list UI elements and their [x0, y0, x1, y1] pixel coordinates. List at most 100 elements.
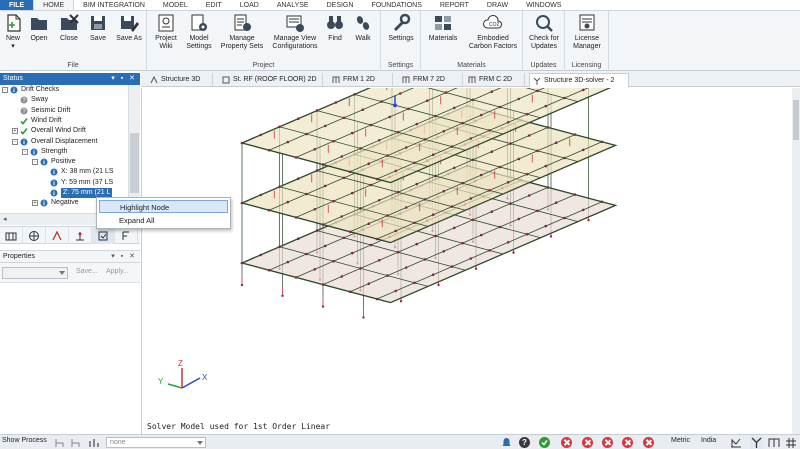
menu-home[interactable]: HOME: [33, 0, 75, 10]
tree-item[interactable]: + Overall Wind Drift: [12, 126, 86, 136]
tab-groups[interactable]: [46, 227, 69, 244]
new-button[interactable]: New ▾: [2, 13, 24, 51]
collapse-icon[interactable]: -: [12, 138, 18, 145]
node: [359, 267, 362, 270]
settings-button[interactable]: Settings: [385, 13, 417, 43]
node: [434, 174, 437, 178]
viewport-scrollbar[interactable]: [792, 88, 800, 434]
error-icon[interactable]: [602, 437, 613, 448]
tree-item[interactable]: Y: 59 mm (37 LS: [42, 178, 113, 188]
scroll-left-arrow[interactable]: ◂: [3, 215, 7, 223]
error-icon[interactable]: [561, 437, 572, 448]
tree-item[interactable]: Wind Drift: [12, 116, 62, 126]
solver-icon[interactable]: [750, 436, 763, 449]
project-wiki-button[interactable]: Project Wiki: [151, 13, 181, 51]
tab-loading[interactable]: [23, 227, 46, 244]
menu-edit[interactable]: EDIT: [197, 0, 231, 10]
check-for-updates-button[interactable]: Check for Updates: [526, 13, 562, 51]
analysis-icon[interactable]: [730, 437, 742, 448]
check-status-icon[interactable]: [539, 437, 550, 448]
tab-structure-3d-solver[interactable]: Structure 3D-solver - 2: [529, 73, 629, 87]
manage-view-configurations-button[interactable]: Manage View Configurations: [269, 13, 321, 51]
walk-button[interactable]: Walk: [351, 13, 375, 43]
3d-model-viewport[interactable]: Z X Y Solver Model used for 1st Order Li…: [141, 88, 800, 434]
tree-item[interactable]: - Positive: [32, 157, 76, 167]
tree-item[interactable]: X: 38 mm (21 LS: [42, 167, 114, 177]
tab-structure-3d[interactable]: Structure 3D: [147, 73, 213, 87]
tab-frm-c-2d[interactable]: FRM C 2D: [465, 73, 525, 87]
error-icon[interactable]: [643, 437, 654, 448]
error-icon[interactable]: [622, 437, 633, 448]
menu-model[interactable]: MODEL: [154, 0, 197, 10]
tab-members[interactable]: [69, 227, 92, 244]
node: [267, 148, 271, 152]
tree-item[interactable]: - Drift Checks: [2, 85, 59, 95]
menu-load[interactable]: LOAD: [231, 0, 268, 10]
tree-item[interactable]: - Strength: [22, 147, 67, 157]
collapse-icon[interactable]: -: [22, 148, 28, 155]
menu-foundations[interactable]: FOUNDATIONS: [362, 0, 430, 10]
tab-status[interactable]: [92, 227, 115, 244]
tab-frm-1-2d[interactable]: FRM 1 2D: [329, 73, 393, 87]
menu-analyse[interactable]: ANALYSE: [268, 0, 318, 10]
menu-report[interactable]: REPORT: [431, 0, 478, 10]
help-icon[interactable]: ?: [519, 437, 530, 448]
properties-save-button[interactable]: Save...: [76, 268, 98, 275]
tab-roof-floor-2d[interactable]: St. RF (ROOF FLOOR) 2D: [219, 73, 323, 87]
structure-model[interactable]: [142, 88, 800, 434]
context-menu-highlight-node[interactable]: Highlight Node: [99, 200, 228, 213]
units-label[interactable]: Metric: [671, 437, 690, 444]
collapse-icon[interactable]: -: [32, 159, 38, 166]
tree-item[interactable]: - Overall Displacement: [12, 137, 98, 147]
save-button[interactable]: Save: [86, 13, 110, 43]
node: [342, 116, 346, 120]
chair-icon[interactable]: [70, 437, 82, 448]
find-button[interactable]: Find: [323, 13, 347, 43]
node: [509, 142, 512, 145]
tab-structure-tree[interactable]: [0, 227, 23, 244]
show-process-button[interactable]: Show Process: [2, 437, 47, 444]
collapse-icon[interactable]: -: [2, 87, 8, 93]
menu-design[interactable]: DESIGN: [318, 0, 363, 10]
chart-icon[interactable]: [88, 437, 100, 448]
menu-draw[interactable]: DRAW: [478, 0, 517, 10]
load-case-dropdown[interactable]: none: [106, 437, 206, 448]
tree-item[interactable]: ? Sway: [12, 95, 48, 105]
panel-controls[interactable]: ▾ ▪ ✕: [111, 73, 137, 85]
chair-icon[interactable]: [54, 437, 66, 448]
node: [396, 130, 400, 134]
context-menu-expand-all[interactable]: Expand All: [99, 214, 228, 227]
node: [386, 154, 389, 157]
viewport-scrollbar-thumb[interactable]: [793, 100, 799, 140]
manage-property-sets-button[interactable]: Manage Property Sets: [217, 13, 267, 51]
tree-item[interactable]: + Negative: [32, 198, 79, 208]
scrollbar-thumb[interactable]: [130, 133, 139, 193]
expand-icon[interactable]: +: [12, 128, 18, 135]
frame-icon[interactable]: [768, 437, 780, 448]
node: [342, 236, 346, 240]
tab-frm-7-2d[interactable]: FRM 7 2D: [399, 73, 463, 87]
properties-apply-button[interactable]: Apply...: [106, 268, 129, 275]
menu-bim-integration[interactable]: BIM INTEGRATION: [74, 0, 154, 10]
support-node: [362, 316, 365, 319]
expand-icon[interactable]: +: [32, 200, 38, 207]
tree-item[interactable]: ? Seismic Drift: [12, 106, 70, 116]
menu-file[interactable]: FILE: [0, 0, 34, 10]
model-settings-button[interactable]: Model Settings: [183, 13, 215, 51]
node: [294, 156, 298, 159]
embodied-carbon-factors-button[interactable]: CO2 Embodied Carbon Factors: [465, 13, 521, 51]
license-manager-button[interactable]: License Manager: [569, 13, 605, 51]
grid-icon[interactable]: [785, 437, 797, 448]
open-button[interactable]: Open: [28, 13, 50, 43]
save-as-button[interactable]: Save As: [114, 13, 144, 43]
close-button[interactable]: Close: [56, 13, 82, 43]
bell-icon[interactable]: [501, 437, 512, 448]
materials-button[interactable]: Materials: [425, 13, 461, 43]
property-set-dropdown[interactable]: [2, 267, 68, 279]
tab-dimensions[interactable]: [115, 227, 138, 244]
error-icon[interactable]: [582, 437, 593, 448]
menu-windows[interactable]: WINDOWS: [517, 0, 570, 10]
node: [296, 177, 300, 180]
region-label[interactable]: India: [701, 437, 716, 444]
status-tree-vertical-scrollbar[interactable]: [128, 85, 140, 213]
